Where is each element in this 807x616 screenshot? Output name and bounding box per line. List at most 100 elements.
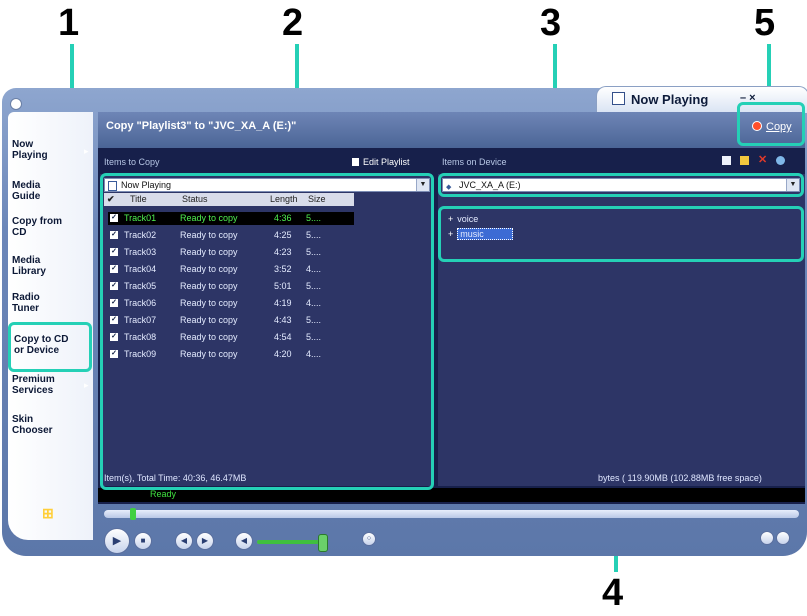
device-dropdown-value: JVC_XA_A (E:) — [459, 180, 521, 190]
chevron-right-icon: ▸ — [84, 380, 89, 390]
device-info-icon[interactable] — [722, 156, 731, 165]
track-row[interactable]: ✓ Track07 Ready to copy 4:43 5.... — [108, 314, 354, 327]
playlist-dropdown-value: Now Playing — [121, 180, 172, 190]
callout-5: 5 — [754, 2, 776, 44]
track-row[interactable]: ✓ Track08 Ready to copy 4:54 5.... — [108, 331, 354, 344]
folder-voice[interactable]: + voice — [448, 214, 478, 224]
minimize-player-icon[interactable] — [760, 531, 774, 545]
track-length: 4:19 — [274, 298, 292, 308]
track-row[interactable]: ✓ Track05 Ready to copy 5:01 5.... — [108, 280, 354, 293]
track-size: 5.... — [306, 281, 322, 291]
shuffle-icon[interactable]: ○ — [362, 532, 376, 546]
track-length: 4:43 — [274, 315, 292, 325]
track-checkbox[interactable]: ✓ — [110, 248, 118, 256]
track-status: Ready to copy — [180, 349, 238, 359]
expand-icon[interactable]: + — [448, 214, 453, 224]
track-checkbox[interactable]: ✓ — [110, 231, 118, 239]
track-checkbox[interactable]: ✓ — [110, 299, 118, 307]
track-checkbox[interactable]: ✓ — [110, 214, 118, 222]
track-length: 4:23 — [274, 247, 292, 257]
track-length: 4:25 — [274, 230, 292, 240]
device-dropdown[interactable]: ◆ JVC_XA_A (E:) ▼ — [442, 178, 800, 192]
track-status: Ready to copy — [180, 315, 238, 325]
track-size: 4.... — [306, 264, 322, 274]
expand-icon[interactable]: + — [448, 229, 453, 239]
column-title[interactable]: Title — [130, 194, 147, 204]
track-length: 4:54 — [274, 332, 292, 342]
callout-4: 4 — [602, 572, 624, 614]
taskbar-item-media-guide[interactable]: Media Guide — [12, 180, 40, 202]
copy-button[interactable]: Copy — [752, 121, 792, 133]
callout-2: 2 — [282, 2, 304, 44]
taskbar-item-copy-from-cd[interactable]: Copy from CD — [12, 216, 62, 238]
column-length[interactable]: Length — [270, 194, 298, 204]
track-title: Track01 — [124, 213, 157, 223]
track-title: Track06 — [124, 298, 157, 308]
window-menu-icon[interactable] — [10, 98, 22, 110]
track-title: Track09 — [124, 349, 157, 359]
track-row[interactable]: ✓ Track04 Ready to copy 3:52 4.... — [108, 263, 354, 276]
play-icon[interactable]: ▶ — [104, 528, 130, 554]
track-title: Track08 — [124, 332, 157, 342]
select-all-checkbox[interactable]: ✔ — [107, 194, 115, 205]
track-size: 5.... — [306, 315, 322, 325]
track-status: Ready to copy — [180, 264, 238, 274]
column-header: ✔ Title Status Length Size — [104, 193, 354, 206]
delete-icon[interactable]: ✕ — [758, 155, 767, 166]
track-row[interactable]: ✓ Track02 Ready to copy 4:25 5.... — [108, 229, 354, 242]
track-checkbox[interactable]: ✓ — [110, 333, 118, 341]
playlist-icon — [108, 181, 117, 191]
taskbar-item-copy-to-cd[interactable]: Copy to CD or Device — [14, 334, 68, 356]
taskbar-item-radio-tuner[interactable]: Radio Tuner — [12, 292, 40, 314]
track-title: Track05 — [124, 281, 157, 291]
column-status[interactable]: Status — [182, 194, 208, 204]
playlist-icon — [612, 92, 625, 105]
items-to-copy-heading: Items to Copy — [104, 157, 160, 167]
volume-handle[interactable] — [318, 534, 328, 552]
window-buttons[interactable]: – × — [740, 92, 756, 104]
folder-label: music — [457, 228, 513, 240]
record-icon — [752, 121, 762, 131]
items-on-device-pane — [438, 174, 805, 486]
taskbar-item-now-playing[interactable]: Now Playing — [12, 139, 48, 161]
track-title: Track03 — [124, 247, 157, 257]
track-title: Track04 — [124, 264, 157, 274]
track-title: Track07 — [124, 315, 157, 325]
edit-playlist-button[interactable]: Edit Playlist — [352, 157, 410, 167]
callout-1: 1 — [58, 2, 80, 44]
tab-title-label: Now Playing — [631, 92, 709, 107]
page-title: Copy "Playlist3" to "JVC_XA_A (E:)" — [106, 120, 297, 132]
folder-music[interactable]: + music — [448, 228, 513, 240]
track-row[interactable]: ✓ Track09 Ready to copy 4:20 4.... — [108, 348, 354, 361]
column-size[interactable]: Size — [308, 194, 326, 204]
seek-bar[interactable] — [104, 510, 799, 518]
track-row[interactable]: ✓ Track03 Ready to copy 4:23 5.... — [108, 246, 354, 259]
previous-icon[interactable]: ◀ — [175, 532, 193, 550]
track-length: 5:01 — [274, 281, 292, 291]
track-checkbox[interactable]: ✓ — [110, 282, 118, 290]
full-screen-icon[interactable] — [776, 531, 790, 545]
track-checkbox[interactable]: ✓ — [110, 350, 118, 358]
taskbar-item-premium-services[interactable]: Premium Services — [12, 374, 55, 396]
playlist-dropdown[interactable]: Now Playing ▼ — [104, 178, 430, 192]
chevron-down-icon[interactable]: ▼ — [786, 179, 799, 191]
track-row[interactable]: ✓ Track01 Ready to copy 4:36 5.... — [108, 212, 354, 225]
track-status: Ready to copy — [180, 247, 238, 257]
taskbar-item-skin-chooser[interactable]: Skin Chooser — [12, 414, 53, 436]
stop-icon[interactable]: ■ — [134, 532, 152, 550]
track-status: Ready to copy — [180, 298, 238, 308]
refresh-icon[interactable] — [776, 156, 785, 165]
device-capacity: bytes ( 119.90MB (102.88MB free space) — [598, 473, 762, 483]
mute-icon[interactable]: ◀ — [235, 532, 253, 550]
seek-handle[interactable] — [130, 508, 136, 520]
taskbar-item-media-library[interactable]: Media Library — [12, 255, 46, 277]
track-status: Ready to copy — [180, 281, 238, 291]
track-checkbox[interactable]: ✓ — [110, 265, 118, 273]
items-on-device-heading: Items on Device — [442, 157, 507, 167]
track-checkbox[interactable]: ✓ — [110, 316, 118, 324]
track-size: 5.... — [306, 247, 322, 257]
new-folder-icon[interactable] — [740, 156, 749, 165]
next-icon[interactable]: ▶ — [196, 532, 214, 550]
track-row[interactable]: ✓ Track06 Ready to copy 4:19 4.... — [108, 297, 354, 310]
chevron-down-icon[interactable]: ▼ — [416, 179, 429, 191]
